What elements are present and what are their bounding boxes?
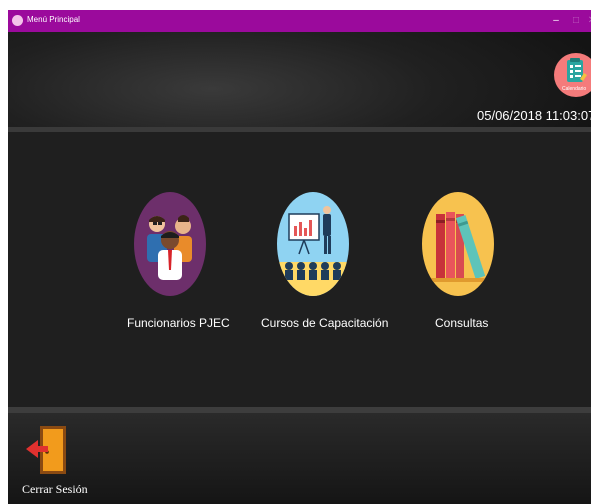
logout-label: Cerrar Sesión <box>22 482 88 496</box>
menu-item-funcionarios[interactable]: Funcionarios PJEC <box>110 190 230 340</box>
menu-item-circle <box>277 192 349 296</box>
presentation-icon <box>277 206 349 296</box>
calendar-button-label: Calendario <box>562 86 587 92</box>
logout-button[interactable]: Cerrar Sesión <box>22 424 88 500</box>
footer-panel <box>8 413 591 504</box>
menu-item-circle <box>422 192 494 296</box>
menu-item-label: Cursos de Capacitación <box>261 316 389 330</box>
menu-item-label: Consultas <box>435 316 489 330</box>
menu-item-cursos[interactable]: Cursos de Capacitación <box>255 190 388 340</box>
books-icon <box>428 212 488 282</box>
window-title: Menú Principal <box>27 15 80 24</box>
datetime-display: 05/06/2018 11:03:07 a. m. <box>477 108 591 123</box>
menu-item-circle <box>134 192 206 296</box>
menu-item-label: Funcionarios PJEC <box>127 316 230 330</box>
main-menu-window: Menú Principal – □ ✕ Calendario 05/06/20… <box>0 0 591 504</box>
app-icon <box>12 15 23 26</box>
title-bar[interactable]: Menú Principal – □ ✕ <box>8 10 591 32</box>
calendar-button[interactable]: Calendario <box>554 53 591 97</box>
people-icon <box>147 215 192 280</box>
minimize-icon[interactable]: – <box>548 12 564 30</box>
menu-item-consultas[interactable]: Consultas <box>400 190 520 340</box>
maximize-icon[interactable]: □ <box>568 12 584 30</box>
exit-door-icon <box>26 426 66 474</box>
close-icon[interactable]: ✕ <box>587 12 591 30</box>
